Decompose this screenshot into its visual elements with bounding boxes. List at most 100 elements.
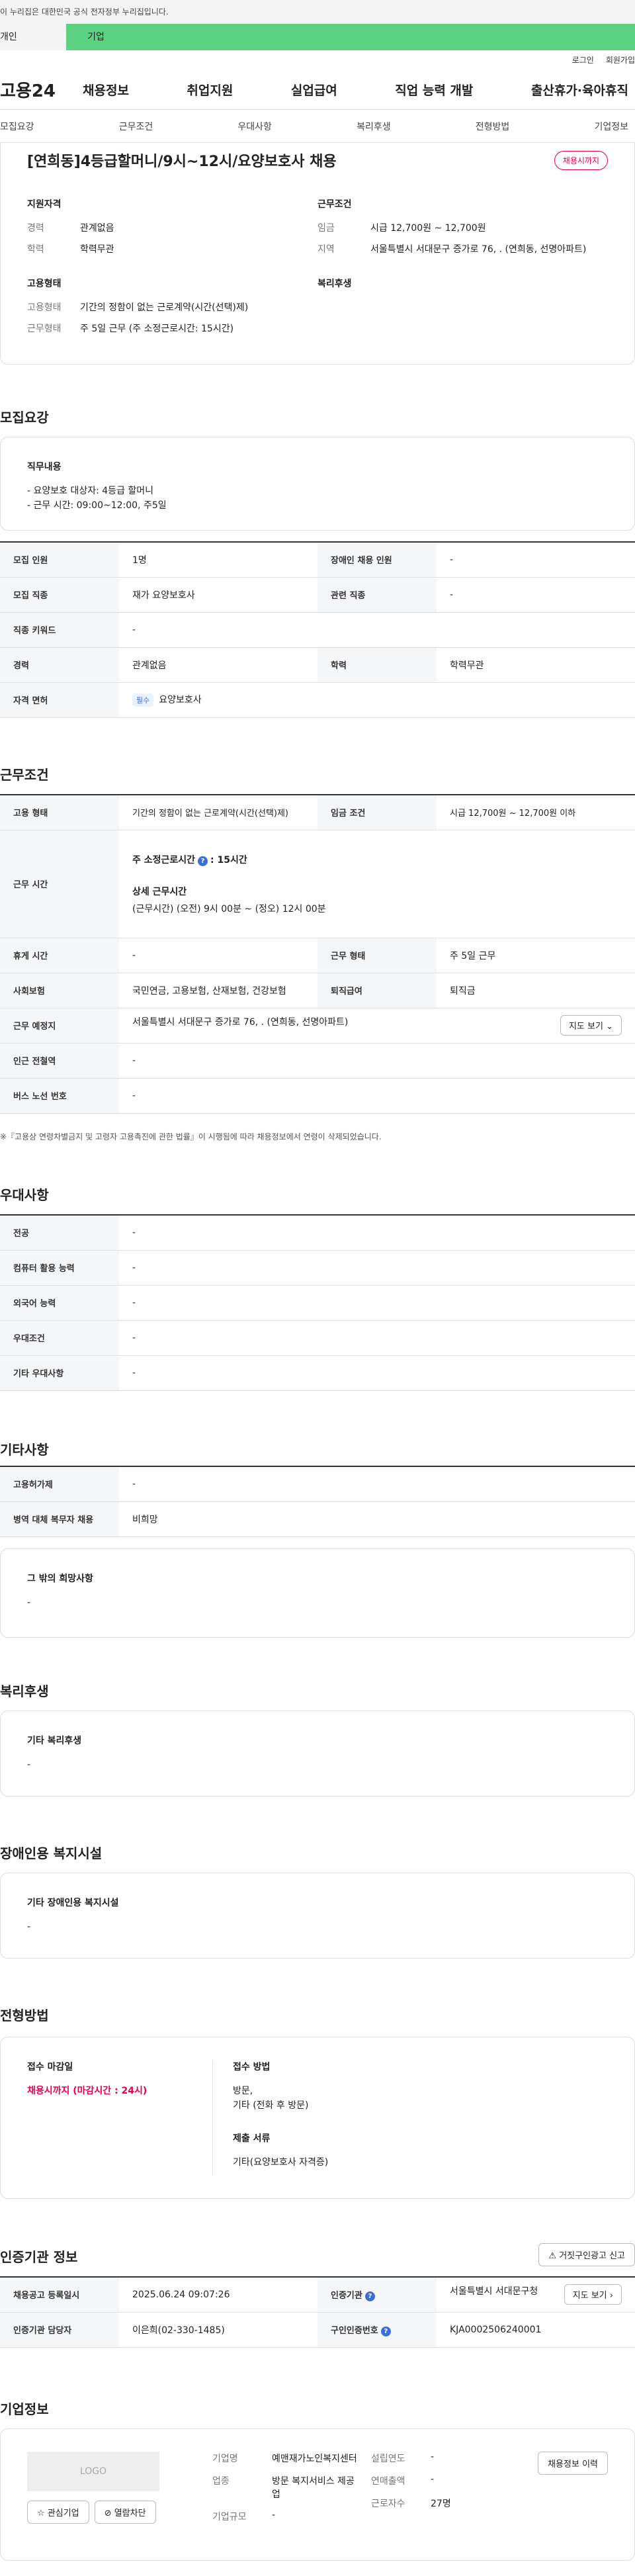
agency-map-button[interactable]: 지도 보기 › <box>564 2284 622 2305</box>
company-name-row: 기업명 예맨재가노인복지센터 <box>212 2452 371 2465</box>
gnb-item-unemployment-benefit[interactable]: 실업급여 <box>291 81 337 99</box>
anchor-selection[interactable]: 전형방법 <box>476 120 510 133</box>
company-size-row: 기업규모 - <box>212 2510 371 2523</box>
company-box: LOGO ☆ 관심기업 ⊘ 열람차단 기업명 예맨재가노인복지센터 업종 방문 복지… <box>0 2428 635 2561</box>
table-row: 인근 전철역 - <box>0 1043 635 1079</box>
docs-value: 기타(요양보호사 자격증) <box>233 2157 329 2168</box>
summary-work: 근무형태 주 5일 근무 (주 소정근로시간: 15시간) <box>27 322 318 335</box>
other-table: 고용허가제 - 병역 대체 복무자 채용 비희망 <box>0 1466 635 1537</box>
anchor-conditions[interactable]: 근무조건 <box>119 120 153 133</box>
company-col-1: 기업명 예맨재가노인복지센터 업종 방문 복지서비스 제공업 기업규모 - <box>212 2452 371 2538</box>
gov-notice-bar: 이 누리집은 대한민국 공식 전자정부 누리집입니다. <box>0 0 635 24</box>
summary-col-employment: 고용형태 고용형태 기간의 정함이 없는 근로계약(시간(선택)제) 근무형태 주 … <box>27 277 318 343</box>
wish-value: - <box>27 1597 31 1608</box>
method-label: 접수 방법 <box>233 2062 271 2072</box>
computer-label: 컴퓨터 활용 능력 <box>0 1250 119 1286</box>
language-label: 외국어 능력 <box>0 1285 119 1321</box>
summary-career-label: 경력 <box>27 223 44 234</box>
block-company-button[interactable]: ⊘ 열람차단 <box>94 2501 156 2524</box>
bus-label: 버스 노선 번호 <box>0 1078 119 1114</box>
cert-num-value: KJA0002506240001 <box>437 2312 635 2348</box>
career-label: 경력 <box>0 647 119 683</box>
hours-detail-title: 상세 근무시간 <box>132 886 187 897</box>
summary-col-qualification: 지원자격 경력 관계없음 학력 학력무관 <box>27 197 318 263</box>
table-row: 버스 노선 번호 - <box>0 1078 635 1114</box>
deadline-label: 접수 마감일 <box>27 2062 73 2072</box>
manager-label: 인증기관 담당자 <box>0 2312 119 2348</box>
login-link[interactable]: 로그인 <box>572 50 594 70</box>
gnb-item-parental-leave[interactable]: 출산휴가·육아휴직 <box>531 81 628 99</box>
table-row: 병역 대체 복무자 채용 비희망 <box>0 1501 635 1537</box>
site-logo[interactable]: 고용24 <box>0 77 83 102</box>
company-staff-row: 근로자수 27명 <box>371 2497 503 2510</box>
hours-main: 주 소정근로시간?: 15시간 <box>132 853 622 866</box>
summary-edu-value: 학력무관 <box>80 244 114 255</box>
table-row: 근무 시간 주 소정근로시간?: 15시간 상세 근무시간 (근무시간) (오전… <box>0 830 635 938</box>
anchor-welfare[interactable]: 복리후생 <box>357 120 391 133</box>
chevron-right-icon: › <box>609 2291 613 2301</box>
tab-personal[interactable]: 개인 <box>0 24 66 50</box>
license-value: 요양보호사 <box>159 695 202 705</box>
gnb-item-jobs[interactable]: 채용정보 <box>83 81 129 99</box>
summary-wage-value: 시급 12,700원 ~ 12,700원 <box>370 223 486 234</box>
chevron-down-icon: ⌄ <box>606 1022 613 1032</box>
company-biz-row: 업종 방문 복지서비스 제공업 <box>212 2474 371 2501</box>
method-value-2: 기타 (전화 후 방문) <box>233 2100 309 2111</box>
computer-value: - <box>119 1250 635 1286</box>
report-button-label: 거짓구인광고 신고 <box>559 2251 625 2261</box>
summary-work-label: 근무형태 <box>27 324 62 334</box>
company-biz-value: 방문 복지서비스 제공업 <box>272 2476 355 2500</box>
headcount-label: 모집 인원 <box>0 542 119 578</box>
wish-title: 그 밖의 희망사항 <box>27 1574 93 1584</box>
section-anchor-nav: 모집요강 근무조건 우대사항 복리후생 전형방법 기업정보 <box>0 110 635 143</box>
table-row: 외국어 능력 - <box>0 1285 635 1321</box>
table-row: 자격 면허 필수 요양보호사 <box>0 682 635 718</box>
help-icon[interactable]: ? <box>380 2326 391 2336</box>
gnb-item-employment-support[interactable]: 취업지원 <box>187 81 233 99</box>
tab-company[interactable]: 기업 <box>66 24 126 50</box>
hours-main-value: : 15시간 <box>210 854 247 866</box>
company-logo-col: LOGO ☆ 관심기업 ⊘ 열람차단 <box>27 2452 212 2538</box>
anchor-recruit[interactable]: 모집요강 <box>0 120 34 133</box>
conditions-table: 고용 형태 기간의 정함이 없는 근로계약(시간(선택)제) 임금 조건 시급 12,… <box>0 794 635 1114</box>
pref-cond-value: - <box>119 1320 635 1356</box>
signup-link[interactable]: 회원가입 <box>606 50 635 70</box>
cert-num-label: 구인인증번호 <box>331 2325 378 2336</box>
license-label: 자격 면허 <box>0 682 119 718</box>
keyword-label: 직종 키워드 <box>0 612 119 648</box>
disability-box: 기타 장애인용 복지시설 - <box>0 1873 635 1959</box>
table-row: 모집 직종 재가 요양보호사 관련 직종 - <box>0 577 635 613</box>
anchor-preference[interactable]: 우대사항 <box>237 120 272 133</box>
table-row: 컴퓨터 활용 능력 - <box>0 1250 635 1286</box>
report-button[interactable]: ⚠ 거짓구인광고 신고 <box>538 2243 635 2266</box>
summary-region-value: 서울특별시 서대문구 증가로 76, . (연희동, 선명아파트) <box>370 244 587 255</box>
table-row: 인증기관 담당자 이은희(02-330-1485) 구인인증번호? KJA000250… <box>0 2312 635 2348</box>
map-button[interactable]: 지도 보기 ⌄ <box>560 1015 622 1036</box>
gnb-item-skill-development[interactable]: 직업 능력 개발 <box>395 81 473 99</box>
place-label: 근무 예정지 <box>0 1008 119 1044</box>
help-icon[interactable]: ? <box>198 856 208 866</box>
table-row: 사회보험 국민연금, 고용보험, 산재보험, 건강보험 퇴직급여 퇴직금 <box>0 973 635 1008</box>
table-row: 고용허가제 - <box>0 1466 635 1502</box>
deadline-value: 채용시까지 (마감시간 : 24시) <box>27 2086 148 2096</box>
table-row: 모집 인원 1명 장애인 채용 인원 - <box>0 542 635 578</box>
company-sales-value: - <box>431 2474 435 2485</box>
cert-num-label-cell: 구인인증번호? <box>318 2312 437 2348</box>
favorite-label: 관심기업 <box>47 2509 79 2518</box>
job-history-button[interactable]: 채용정보 이력 <box>538 2452 608 2475</box>
welfare-section-title: 복리후생 <box>0 1683 49 1699</box>
agency-map-button-label: 지도 보기 <box>572 2291 607 2301</box>
favorite-company-button[interactable]: ☆ 관심기업 <box>27 2501 89 2524</box>
welfare-box-title: 기타 복리후생 <box>27 1736 82 1746</box>
hours-main-label: 주 소정근로시간 <box>132 854 196 866</box>
help-icon[interactable]: ? <box>364 2291 375 2301</box>
alert-icon: ⚠ <box>548 2251 557 2261</box>
summary-region: 지역 서울특별시 서대문구 증가로 76, . (연희동, 선명아파트) <box>318 242 608 255</box>
place-value: 서울특별시 서대문구 증가로 76, . (연희동, 선명아파트) <box>132 1017 349 1028</box>
block-icon: ⊘ <box>104 2509 112 2518</box>
anchor-company[interactable]: 기업정보 <box>594 120 628 133</box>
duty-line-1: - 요양보호 대상자: 4등급 할머니 <box>27 486 154 496</box>
company-actions: ☆ 관심기업 ⊘ 열람차단 <box>27 2501 212 2524</box>
hours-detail-value: (근무시간) (오전) 9시 00분 ~ (정오) 12시 00분 <box>132 903 326 914</box>
retire-label: 퇴직급여 <box>318 973 437 1008</box>
